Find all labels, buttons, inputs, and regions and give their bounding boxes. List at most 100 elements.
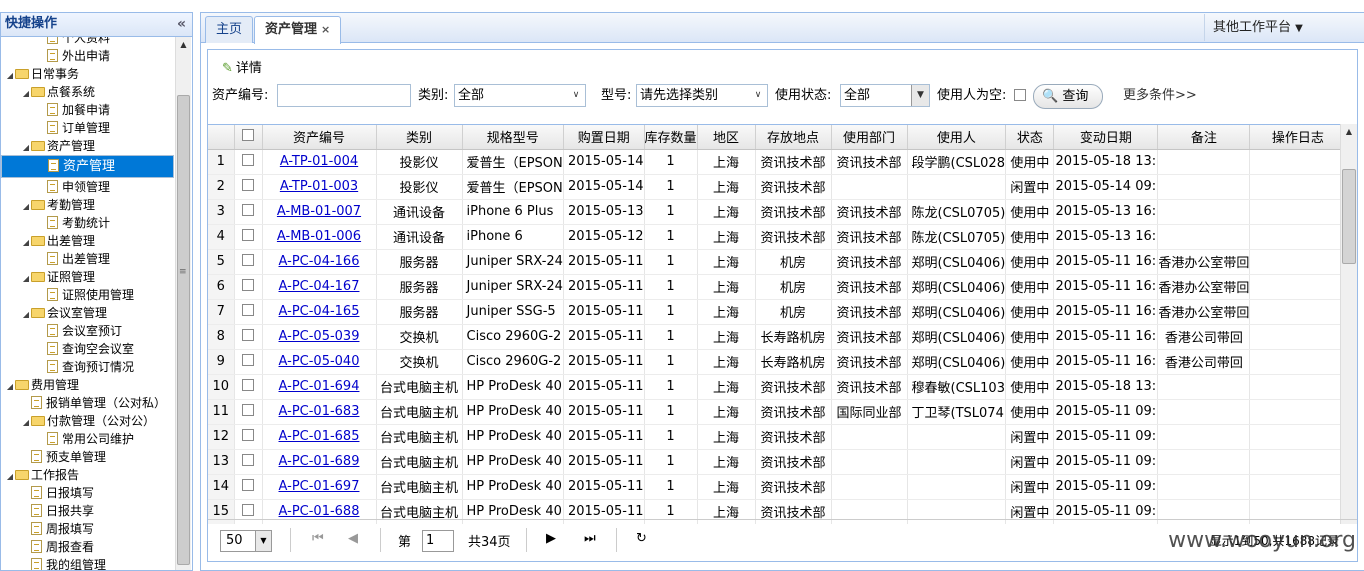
- row-select[interactable]: [234, 249, 263, 275]
- sidebar-item[interactable]: ◢ 点餐系统: [1, 83, 174, 101]
- scroll-thumb[interactable]: [1342, 169, 1356, 264]
- asset-no-input[interactable]: [277, 84, 411, 107]
- sidebar-item[interactable]: ◢ 付款管理（公对公）: [1, 412, 174, 430]
- sidebar-item[interactable]: 加餐申请: [1, 101, 174, 119]
- grid-scrollbar[interactable]: ▲: [1340, 124, 1357, 524]
- column-header[interactable]: 规格型号: [462, 125, 564, 150]
- sidebar-item[interactable]: ◢ 出差管理: [1, 232, 174, 250]
- row-checkbox[interactable]: [242, 479, 254, 491]
- sidebar-item[interactable]: 资产管理: [1, 155, 174, 178]
- sidebar-item[interactable]: ◢ 费用管理: [1, 376, 174, 394]
- sidebar-item[interactable]: 查询空会议室: [1, 340, 174, 358]
- row-select[interactable]: [234, 274, 263, 300]
- page-size-select[interactable]: 50 ▼: [220, 530, 272, 552]
- asset-link[interactable]: A-PC-01-697: [279, 479, 360, 494]
- asset-link[interactable]: A-TP-01-004: [280, 154, 358, 169]
- more-conditions-link[interactable]: 更多条件>>: [1123, 84, 1197, 103]
- sidebar-item[interactable]: ◢ 考勤管理: [1, 196, 174, 214]
- col-select-all[interactable]: [234, 125, 263, 150]
- sidebar-item[interactable]: 会议室预订: [1, 322, 174, 340]
- column-header[interactable]: 使用部门: [831, 125, 908, 150]
- row-checkbox[interactable]: [242, 379, 254, 391]
- page-number-input[interactable]: 1: [422, 530, 454, 552]
- column-header[interactable]: 存放地点: [755, 125, 832, 150]
- category-select[interactable]: 全部 ∨: [454, 84, 586, 107]
- column-header[interactable]: 操作日志: [1249, 125, 1347, 150]
- asset-link[interactable]: A-PC-05-040: [279, 354, 360, 369]
- column-header[interactable]: 类别: [376, 125, 463, 150]
- row-checkbox[interactable]: [242, 154, 254, 166]
- sidebar-item[interactable]: 申领管理: [1, 178, 174, 196]
- row-checkbox[interactable]: [242, 254, 254, 266]
- row-select[interactable]: [234, 474, 263, 500]
- sidebar-item[interactable]: 我的组管理: [1, 556, 174, 570]
- sidebar-item[interactable]: 查询预订情况: [1, 358, 174, 376]
- column-header[interactable]: 使用人: [907, 125, 1007, 150]
- sidebar-item[interactable]: 常用公司维护: [1, 430, 174, 448]
- table-row[interactable]: 13 A-PC-01-689 台式电脑主机 HP ProDesk 40 2015-05-…: [208, 449, 1347, 475]
- sidebar-item[interactable]: ◢ 资产管理: [1, 137, 174, 155]
- table-row[interactable]: 1 A-TP-01-004 投影仪 爱普生（EPSON 2015-05-14 1 上海 资讯技…: [208, 149, 1347, 175]
- column-header[interactable]: 资产编号: [262, 125, 377, 150]
- sidebar-item[interactable]: ◢ 工作报告: [1, 466, 174, 484]
- close-icon[interactable]: ×: [321, 23, 330, 36]
- row-checkbox[interactable]: [242, 179, 254, 191]
- row-select[interactable]: [234, 299, 263, 325]
- sidebar-item[interactable]: 考勤统计: [1, 214, 174, 232]
- table-row[interactable]: 9 A-PC-05-040 交换机 Cisco 2960G-2 2015-05-11 1 上…: [208, 349, 1347, 375]
- status-select[interactable]: 全部 ▼: [840, 84, 930, 107]
- table-row[interactable]: 2 A-TP-01-003 投影仪 爱普生（EPSON 2015-05-14 1 上海 资讯技…: [208, 174, 1347, 200]
- collapse-icon[interactable]: «: [177, 13, 186, 35]
- last-page-icon[interactable]: ⏭: [584, 531, 596, 546]
- asset-link[interactable]: A-PC-01-694: [279, 379, 360, 394]
- sidebar-item[interactable]: 订单管理: [1, 119, 174, 137]
- sidebar-item[interactable]: 周报查看: [1, 538, 174, 556]
- row-checkbox[interactable]: [242, 329, 254, 341]
- row-checkbox[interactable]: [242, 279, 254, 291]
- scroll-up-icon[interactable]: ▲: [176, 37, 191, 53]
- column-header[interactable]: 备注: [1157, 125, 1251, 150]
- asset-link[interactable]: A-PC-01-689: [279, 454, 360, 469]
- tab-home[interactable]: 主页: [205, 16, 254, 43]
- sidebar-item[interactable]: 证照使用管理: [1, 286, 174, 304]
- asset-link[interactable]: A-TP-01-003: [280, 179, 358, 194]
- column-header[interactable]: 购置日期: [563, 125, 645, 150]
- prev-page-icon[interactable]: ◀: [348, 531, 358, 546]
- table-row[interactable]: 12 A-PC-01-685 台式电脑主机 HP ProDesk 40 2015-05-…: [208, 424, 1347, 450]
- row-checkbox[interactable]: [242, 304, 254, 316]
- row-checkbox[interactable]: [242, 204, 254, 216]
- model-select[interactable]: 请先选择类别 ∨: [636, 84, 768, 107]
- sidebar-item[interactable]: 报销单管理（公对私）: [1, 394, 174, 412]
- row-select[interactable]: [234, 149, 263, 175]
- sidebar-item[interactable]: 日报共享: [1, 502, 174, 520]
- sidebar-scrollbar[interactable]: ▲ ≡: [175, 37, 191, 570]
- user-empty-checkbox[interactable]: [1014, 89, 1026, 101]
- sidebar-item[interactable]: 日报填写: [1, 484, 174, 502]
- asset-link[interactable]: A-PC-01-688: [279, 504, 360, 519]
- row-select[interactable]: [234, 224, 263, 250]
- asset-link[interactable]: A-PC-04-165: [279, 304, 360, 319]
- table-row[interactable]: 11 A-PC-01-683 台式电脑主机 HP ProDesk 40 2015-05-…: [208, 399, 1347, 425]
- scroll-thumb[interactable]: [177, 95, 190, 565]
- asset-link[interactable]: A-MB-01-007: [277, 204, 361, 219]
- row-select[interactable]: [234, 349, 263, 375]
- tab-asset-management[interactable]: 资产管理 ×: [254, 16, 342, 44]
- row-select[interactable]: [234, 199, 263, 225]
- table-row[interactable]: 6 A-PC-04-167 服务器 Juniper SRX-24 2015-05-11 1…: [208, 274, 1347, 300]
- asset-link[interactable]: A-PC-01-685: [279, 429, 360, 444]
- sidebar-item[interactable]: ◢ 日常事务: [1, 65, 174, 83]
- refresh-icon[interactable]: ↻: [636, 531, 647, 546]
- table-row[interactable]: 3 A-MB-01-007 通讯设备 iPhone 6 Plus 2015-05-13 1…: [208, 199, 1347, 225]
- asset-link[interactable]: A-PC-05-039: [279, 329, 360, 344]
- row-select[interactable]: [234, 374, 263, 400]
- row-select[interactable]: [234, 399, 263, 425]
- sidebar-item[interactable]: ◢ 证照管理: [1, 268, 174, 286]
- scroll-up-icon[interactable]: ▲: [1341, 124, 1357, 140]
- table-row[interactable]: 14 A-PC-01-697 台式电脑主机 HP ProDesk 40 2015-05-…: [208, 474, 1347, 500]
- table-row[interactable]: 8 A-PC-05-039 交换机 Cisco 2960G-2 2015-05-11 1 上…: [208, 324, 1347, 350]
- column-header[interactable]: 库存数量: [644, 125, 698, 150]
- row-select[interactable]: [234, 174, 263, 200]
- table-row[interactable]: 7 A-PC-04-165 服务器 Juniper SSG-5 2015-05-11 1 上…: [208, 299, 1347, 325]
- table-row[interactable]: 5 A-PC-04-166 服务器 Juniper SRX-24 2015-05-11 1…: [208, 249, 1347, 275]
- column-header[interactable]: 地区: [697, 125, 756, 150]
